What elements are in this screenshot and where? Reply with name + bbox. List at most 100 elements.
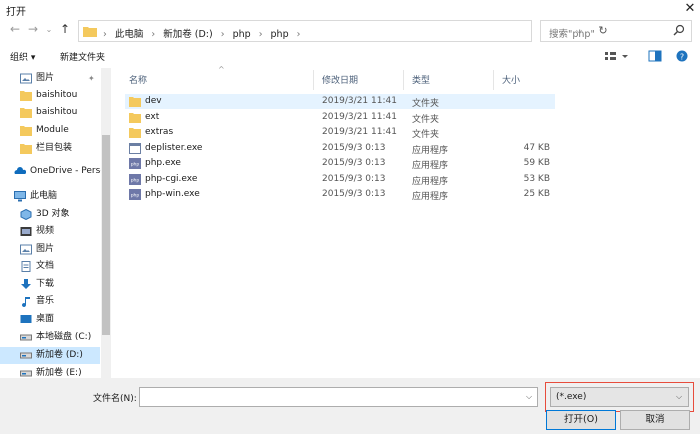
desktop-icon xyxy=(20,314,32,325)
breadcrumb-item[interactable]: 新加卷 (D:) xyxy=(163,29,212,40)
sidebar-item-label: 下载 xyxy=(36,279,55,289)
file-row[interactable]: php php-win.exe 2015/9/3 0:13 应用程序 25 KB xyxy=(125,187,555,202)
exe-icon xyxy=(129,142,141,154)
drive-icon xyxy=(20,350,32,361)
help-icon[interactable]: ? xyxy=(676,50,688,62)
breadcrumb-item[interactable]: php xyxy=(271,29,289,40)
breadcrumb-item[interactable]: php xyxy=(233,29,251,40)
filename-input[interactable]: ⌵ xyxy=(139,387,538,407)
file-row[interactable]: php php.exe 2015/9/3 0:13 应用程序 59 KB xyxy=(125,156,555,171)
breadcrumb-item[interactable]: 此电脑 xyxy=(115,29,144,40)
file-row[interactable]: deplister.exe 2015/9/3 0:13 应用程序 47 KB xyxy=(125,141,555,156)
php-exe-icon: php xyxy=(129,189,141,200)
pictures-icon xyxy=(20,244,32,255)
folder-icon xyxy=(20,107,32,118)
sidebar-item[interactable]: 此电脑 xyxy=(0,188,100,205)
sidebar-item-label: 本地磁盘 (C:) xyxy=(36,332,92,342)
column-header-name[interactable]: 名称 xyxy=(129,73,147,86)
sidebar-item[interactable]: 新加卷 (E:) xyxy=(0,365,100,378)
php-exe-icon: php xyxy=(129,158,141,169)
forward-arrow-icon[interactable]: → xyxy=(26,22,40,36)
sidebar-item[interactable]: 本地磁盘 (C:) xyxy=(0,329,100,346)
preview-pane-icon[interactable] xyxy=(648,50,662,62)
chevron-down-icon[interactable]: ⌵ xyxy=(526,392,532,402)
column-divider[interactable] xyxy=(313,70,314,90)
back-arrow-icon[interactable]: ← xyxy=(8,22,22,36)
sidebar-item-label: 音乐 xyxy=(36,296,55,306)
file-list[interactable]: ^ 名称 修改日期 类型 大小 dev 2019/3/21 11:41 文件夹 ext… xyxy=(115,65,700,378)
file-row[interactable]: dev 2019/3/21 11:41 文件夹 xyxy=(125,94,555,109)
sidebar-item[interactable]: Module xyxy=(0,122,100,139)
nav-scrollbar-thumb[interactable] xyxy=(102,135,110,335)
svg-text:php: php xyxy=(131,177,140,183)
organize-button[interactable]: 组织 ▾ xyxy=(10,50,35,63)
filter-value: (*.exe) xyxy=(556,392,587,402)
video-icon xyxy=(20,226,32,237)
sidebar-item-label: 视频 xyxy=(36,226,55,236)
navigation-pane[interactable]: 图片 ✦ baishitou baishitou Module 栏目包装 OneDrive … xyxy=(0,68,112,378)
sidebar-item[interactable]: 3D 对象 xyxy=(0,206,100,223)
sidebar-item-label: 新加卷 (E:) xyxy=(36,368,82,378)
folder-icon xyxy=(20,125,32,136)
file-name: extras xyxy=(145,127,174,137)
file-name: ext xyxy=(145,111,160,122)
column-divider[interactable] xyxy=(493,70,494,90)
pin-icon[interactable]: ✦ xyxy=(88,70,95,87)
search-box[interactable]: 搜索"php" xyxy=(540,20,692,42)
file-name: php-win.exe xyxy=(145,189,200,199)
onedrive-icon xyxy=(14,166,27,177)
recent-dropdown-icon[interactable]: ⌄ xyxy=(42,25,56,34)
file-row[interactable]: extras 2019/3/21 11:41 文件夹 xyxy=(125,125,555,140)
svg-text:php: php xyxy=(131,193,140,199)
sidebar-item[interactable]: OneDrive - Personal xyxy=(0,163,112,180)
3d-objects-icon xyxy=(20,208,32,221)
sidebar-item[interactable]: 栏目包装 xyxy=(0,140,100,157)
sidebar-item[interactable]: 图片 ✦ xyxy=(0,70,100,87)
file-row[interactable]: php php-cgi.exe 2015/9/3 0:13 应用程序 53 KB xyxy=(125,172,555,187)
sidebar-item[interactable]: 下载 xyxy=(0,276,100,293)
search-icon[interactable] xyxy=(673,24,685,38)
new-folder-button[interactable]: 新建文件夹 xyxy=(60,50,105,63)
folder-icon xyxy=(20,90,32,101)
sidebar-item[interactable]: 视频 xyxy=(0,223,100,240)
sidebar-item[interactable]: 文档 xyxy=(0,258,100,275)
view-mode-icon[interactable] xyxy=(605,52,616,60)
file-type: 文件夹 xyxy=(412,99,440,109)
column-header-size[interactable]: 大小 xyxy=(502,73,520,86)
sidebar-item[interactable]: 桌面 xyxy=(0,311,100,328)
file-size: 59 KB xyxy=(523,158,550,168)
sidebar-item-label: 栏目包装 xyxy=(36,143,73,153)
close-icon[interactable]: ✕ xyxy=(680,0,700,18)
column-header-date[interactable]: 修改日期 xyxy=(322,73,358,86)
column-divider[interactable] xyxy=(403,70,404,90)
file-size: 47 KB xyxy=(523,142,550,153)
pc-icon xyxy=(14,191,26,202)
folder-icon xyxy=(129,127,141,138)
sidebar-item-label: Module xyxy=(36,125,69,135)
up-arrow-icon[interactable]: ↑ xyxy=(58,22,72,36)
file-size: 53 KB xyxy=(523,173,550,184)
file-name: php-cgi.exe xyxy=(145,173,198,184)
folder-icon xyxy=(83,27,97,37)
php-exe-icon: php xyxy=(129,173,141,185)
sidebar-item[interactable]: 图片 xyxy=(0,241,100,258)
cancel-button[interactable]: 取消 xyxy=(620,410,690,430)
address-bar[interactable]: › 此电脑 › 新加卷 (D:) › php › php › ⌵ ↻ xyxy=(78,20,608,42)
chevron-down-icon[interactable] xyxy=(622,55,628,58)
chevron-down-icon[interactable]: ⌵ xyxy=(676,392,682,402)
sidebar-item[interactable]: baishitou xyxy=(0,87,100,104)
column-header-type[interactable]: 类型 xyxy=(412,73,430,86)
folder-icon xyxy=(20,143,32,154)
file-row[interactable]: ext 2019/3/21 11:41 文件夹 xyxy=(125,110,555,125)
window-title: 打开 xyxy=(6,7,26,18)
breadcrumb: › 此电脑 › 新加卷 (D:) › php › php › xyxy=(103,29,301,40)
drive-icon xyxy=(20,332,32,343)
sidebar-item[interactable]: 音乐 xyxy=(0,293,100,310)
file-type-filter[interactable]: (*.exe) ⌵ xyxy=(550,387,689,407)
open-button[interactable]: 打开(O) xyxy=(546,410,616,430)
file-date: 2015/9/3 0:13 xyxy=(322,142,386,153)
sidebar-item-label: baishitou xyxy=(36,107,78,117)
file-type: 文件夹 xyxy=(412,130,440,140)
sidebar-item[interactable]: baishitou xyxy=(0,104,100,121)
sidebar-item[interactable]: 新加卷 (D:) xyxy=(0,347,100,364)
